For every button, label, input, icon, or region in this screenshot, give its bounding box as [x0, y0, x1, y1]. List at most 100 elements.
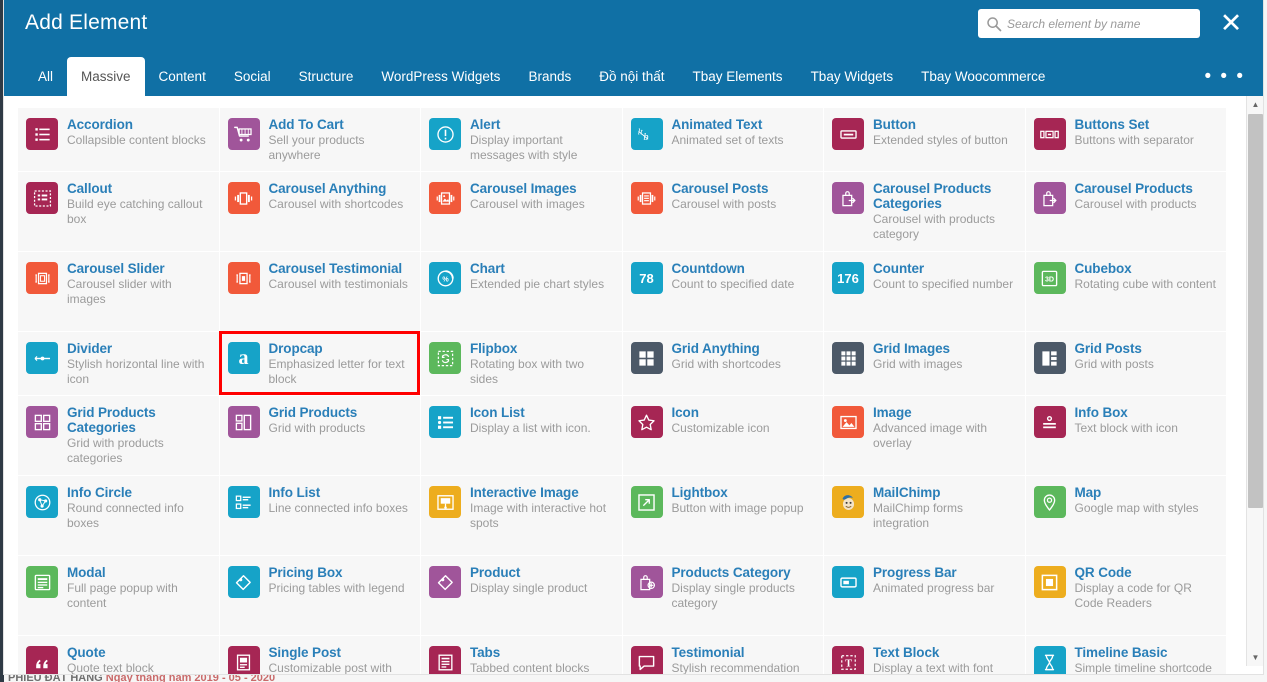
element-card[interactable]: Grid Posts Grid with posts	[1025, 332, 1227, 396]
element-card[interactable]: Grid Products Categories Grid with produc…	[18, 396, 220, 476]
element-card[interactable]: Carousel Anything Carousel with shortcode…	[219, 172, 421, 252]
bag-arrow-icon	[832, 182, 864, 214]
element-card[interactable]: Info List Line connected info boxes	[219, 476, 421, 556]
element-card[interactable]: Single PostCustomizable post with many s…	[219, 636, 421, 674]
element-description: MailChimp forms integration	[873, 501, 964, 530]
element-card[interactable]: TestimonialStylish recommendation box	[622, 636, 824, 674]
element-card[interactable]: Timeline Basic Simple timeline shortcode	[1025, 636, 1227, 674]
element-card[interactable]: Accordion Collapsible content blocks	[18, 108, 220, 172]
element-card[interactable]: Icon List Display a list with icon.	[421, 396, 623, 476]
element-description: Carousel with products	[1074, 197, 1197, 211]
element-description: Grid with products	[268, 421, 366, 435]
scroll-down-arrow-icon[interactable]: ▼	[1247, 649, 1264, 666]
element-card[interactable]: Alert Display important messages with sty…	[421, 108, 623, 172]
element-card[interactable]: Products Category Display single products…	[622, 556, 824, 636]
element-text: Carousel Posts Carousel with posts	[672, 180, 777, 212]
element-card[interactable]: Carousel Products Categories Carousel wit…	[824, 172, 1026, 252]
tab-wordpress-widgets[interactable]: WordPress Widgets	[367, 57, 514, 96]
element-card[interactable]: 3D Cubebox Rotating cube with content	[1025, 252, 1227, 332]
element-description: Grid with shortcodes	[671, 357, 781, 371]
tab-massive[interactable]: Massive	[67, 57, 145, 96]
element-card[interactable]: Lightbox Button with image popup	[622, 476, 824, 556]
element-card[interactable]: Carousel Testimonial Carousel with testim…	[219, 252, 421, 332]
tab-structure[interactable]: Structure	[285, 57, 368, 96]
element-card[interactable]: Modal Full page popup with content	[18, 556, 220, 636]
vertical-scrollbar[interactable]: ▲ ▼	[1246, 96, 1263, 666]
element-card[interactable]: Info Circle Round connected info boxes	[18, 476, 220, 556]
element-description: Customizable post with many styles	[268, 661, 392, 674]
button-icon	[832, 118, 864, 150]
element-text: Carousel Products Carousel with products	[1075, 180, 1197, 212]
element-card[interactable]: Grid Images Grid with images	[824, 332, 1026, 396]
element-card[interactable]: Flipbox Rotating box with two sides	[421, 332, 623, 396]
svg-text:%: %	[442, 275, 449, 283]
element-card[interactable]: Map Google map with styles	[1025, 476, 1227, 556]
search-box[interactable]	[978, 9, 1200, 38]
element-card[interactable]: Grid Anything Grid with shortcodes	[622, 332, 824, 396]
scroll-up-arrow-icon[interactable]: ▲	[1247, 96, 1264, 113]
element-text: Quote Quote text block	[67, 644, 154, 674]
element-description: Emphasized letter for text block	[268, 357, 405, 386]
element-text: Grid Products Grid with products	[269, 404, 366, 436]
element-text: Timeline Basic Simple timeline shortcode	[1075, 644, 1212, 674]
element-description: Text block with icon	[1074, 421, 1178, 435]
element-description: Display a list with icon.	[470, 421, 591, 435]
element-text: Pricing Box Pricing tables with legend	[269, 564, 405, 596]
element-card[interactable]: Product Display single product	[421, 556, 623, 636]
element-card[interactable]: Progress Bar Animated progress bar	[824, 556, 1026, 636]
element-card[interactable]: Add To Cart Sell your products anywhere	[219, 108, 421, 172]
element-card[interactable]: Quote Quote text block	[18, 636, 220, 674]
element-card[interactable]: QR Code Display a code for QR Code Reader…	[1025, 556, 1227, 636]
element-card[interactable]: T Text BlockDisplay a text with font form…	[824, 636, 1026, 674]
tab-tbay-widgets[interactable]: Tbay Widgets	[797, 57, 908, 96]
close-icon[interactable]: ✕	[1217, 10, 1245, 38]
element-description: Carousel with shortcodes	[268, 197, 404, 211]
element-card[interactable]: 176 Counter Count to specified number	[824, 252, 1026, 332]
element-title: Counter	[873, 261, 925, 276]
tab-content[interactable]: Content	[145, 57, 220, 96]
tab-tbay-elements[interactable]: Tbay Elements	[679, 57, 797, 96]
element-card[interactable]: 78 Countdown Count to specified date	[622, 252, 824, 332]
element-card[interactable]: Carousel Products Carousel with products	[1025, 172, 1227, 252]
element-card[interactable]: Carousel Slider Carousel slider with imag…	[18, 252, 220, 332]
element-text: Carousel Anything Carousel with shortcode…	[269, 180, 404, 212]
element-description: Image with interactive hot spots	[470, 501, 607, 530]
tab-brands[interactable]: Brands	[514, 57, 585, 96]
element-description: Button with image popup	[671, 501, 804, 515]
element-card[interactable]: Divider Stylish horizontal line with icon	[18, 332, 220, 396]
element-card[interactable]: Buttons Set Buttons with separator	[1025, 108, 1227, 172]
element-text: Callout Build eye catching callout box	[67, 180, 209, 226]
element-description: Extended styles of button	[873, 133, 1008, 147]
tab-tbay-woocommerce[interactable]: Tbay Woocommerce	[907, 57, 1059, 96]
element-card[interactable]: MailChimp MailChimp forms integration	[824, 476, 1026, 556]
element-title: Info List	[268, 485, 321, 500]
element-card[interactable]: Callout Build eye catching callout box	[18, 172, 220, 252]
element-description: Carousel with testimonials	[268, 277, 408, 291]
shopping-cart-icon	[227, 118, 260, 150]
element-card[interactable]: Button Extended styles of button	[824, 108, 1026, 172]
element-card[interactable]: ltb Animated TextAnimated set of texts	[622, 108, 824, 172]
element-card[interactable]: Icon Customizable icon	[622, 396, 824, 476]
tab-n-i-th-t[interactable]: Đồ nội thất	[585, 57, 678, 96]
element-card[interactable]: Image Advanced image with overlay	[824, 396, 1026, 476]
search-input[interactable]	[1007, 10, 1192, 37]
tab-social[interactable]: Social	[220, 57, 285, 96]
element-text: Carousel Testimonial Carousel with testim…	[269, 260, 408, 292]
tabs-icon	[429, 646, 461, 674]
element-text: Info List Line connected info boxes	[269, 484, 408, 516]
element-card[interactable]: Tabs Tabbed content blocks	[421, 636, 623, 674]
element-card[interactable]: Pricing Box Pricing tables with legend	[219, 556, 421, 636]
element-card[interactable]: a Dropcap Emphasized letter for text block	[218, 331, 421, 396]
element-card[interactable]: Carousel Images Carousel with images	[421, 172, 623, 252]
tab-all[interactable]: All	[24, 57, 67, 96]
more-tabs-icon[interactable]: • • •	[1204, 57, 1245, 96]
buttons-set-icon	[1033, 118, 1066, 150]
dropcap-a-icon: a	[227, 342, 260, 374]
element-card[interactable]: Carousel Posts Carousel with posts	[622, 172, 824, 252]
scrollbar-thumb[interactable]	[1248, 114, 1263, 508]
element-card[interactable]: Info Box Text block with icon	[1025, 396, 1227, 476]
element-card[interactable]: % Chart Extended pie chart styles	[421, 252, 623, 332]
element-title: Carousel Testimonial	[268, 261, 403, 276]
element-card[interactable]: Grid Products Grid with products	[219, 396, 421, 476]
element-card[interactable]: Interactive Image Image with interactive …	[421, 476, 623, 556]
